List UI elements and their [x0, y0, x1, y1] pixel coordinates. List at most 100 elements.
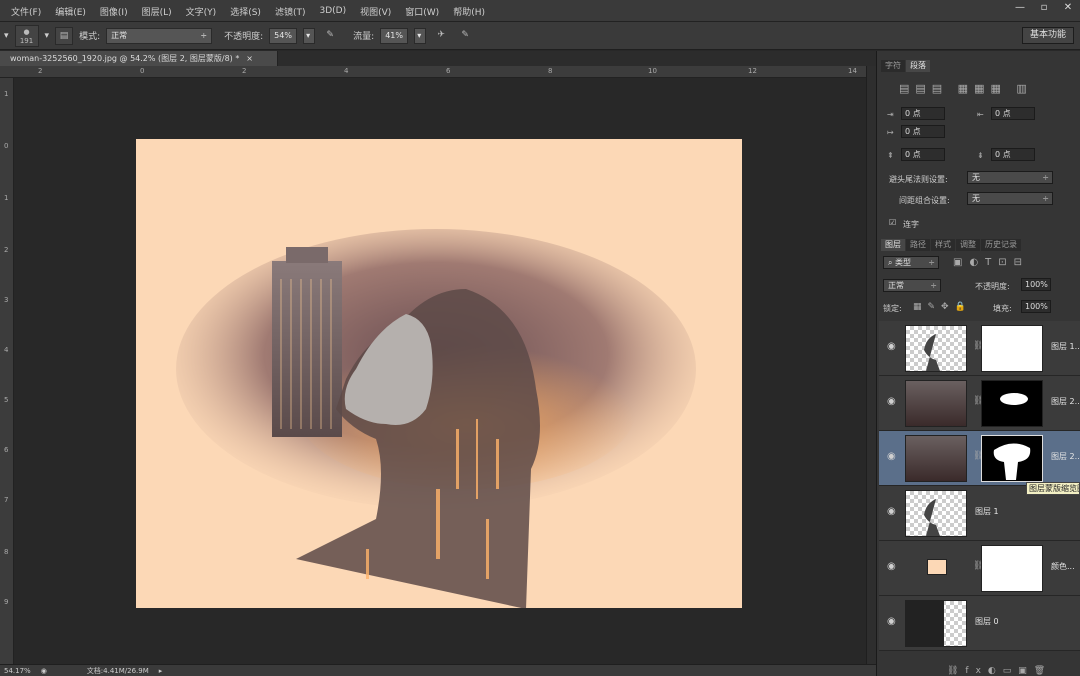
- flow-dropdown[interactable]: ▾: [414, 27, 427, 44]
- menu-edit[interactable]: 编辑(E): [48, 5, 93, 18]
- menu-3d[interactable]: 3D(D): [312, 6, 353, 16]
- mode-select[interactable]: 正常 ÷: [106, 27, 213, 44]
- menu-type[interactable]: 文字(Y): [179, 5, 224, 18]
- restore-button[interactable]: ▫: [1032, 0, 1056, 16]
- tab-paths[interactable]: 路径: [906, 239, 930, 251]
- pressure-opacity-icon[interactable]: ✎: [321, 27, 339, 45]
- fill-label: 填充:: [993, 304, 1012, 313]
- layer-thumbnail[interactable]: [905, 490, 967, 537]
- document-tab-close[interactable]: ×: [242, 54, 253, 63]
- indent-left-field[interactable]: 0 点: [901, 107, 945, 120]
- paragraph-align-icons[interactable]: ▤▤▤ ▦▦▦ ▥: [899, 82, 1033, 95]
- ruler-tick-label: 10: [648, 67, 657, 75]
- layer-thumbnail[interactable]: [905, 435, 967, 482]
- ruler-vertical[interactable]: 1 0 1 2 3 4 5 6 7 8 9: [0, 78, 14, 664]
- workspace-button[interactable]: 基本功能: [1022, 27, 1074, 44]
- layer-opacity-field[interactable]: 100%: [1021, 278, 1051, 291]
- ruler-tick-label: 0: [140, 67, 145, 75]
- tab-styles[interactable]: 样式: [931, 239, 955, 251]
- chevron-down-icon: ▾: [306, 30, 311, 40]
- layer-filter-select[interactable]: ⌕ 类型: [883, 256, 939, 269]
- pressure-size-icon[interactable]: ✎: [456, 27, 474, 45]
- menu-window[interactable]: 窗口(W): [398, 5, 446, 18]
- zoom-level[interactable]: 54.17%: [4, 667, 31, 675]
- menu-layer[interactable]: 图层(L): [135, 5, 179, 18]
- layer-action-icons[interactable]: ⛓fx◐▭▣🗑: [947, 666, 1052, 676]
- doc-info-icon[interactable]: ◉: [41, 667, 47, 675]
- ruler-tick-label: 2: [38, 67, 43, 75]
- layer-row[interactable]: ◉ ⛓ 图层 1...: [879, 321, 1080, 376]
- opacity-dropdown[interactable]: ▾: [303, 27, 316, 44]
- layer-thumbnail[interactable]: [905, 545, 967, 592]
- lock-icons[interactable]: ▦✎✥🔒: [913, 302, 972, 312]
- blend-mode-select[interactable]: 正常: [883, 279, 941, 292]
- ruler-horizontal[interactable]: 2 0 2 4 6 8 10 12 14: [0, 66, 866, 78]
- menu-image[interactable]: 图像(I): [93, 5, 135, 18]
- tool-preset-arrow-icon[interactable]: ▾: [4, 31, 9, 41]
- layer-row-selected[interactable]: ◉ ⛓ 图层 2...: [879, 431, 1080, 486]
- search-icon: ⌕: [888, 258, 896, 267]
- hanging-punctuation-select[interactable]: 无: [967, 171, 1053, 184]
- layer-row[interactable]: ◉ 图层 0: [879, 596, 1080, 651]
- layer-thumbnail[interactable]: [905, 600, 967, 647]
- layer-name[interactable]: 图层 1...: [1051, 341, 1080, 352]
- layer-name[interactable]: 颜色...: [1051, 561, 1080, 572]
- hyphenate-label: 连字: [903, 220, 919, 229]
- layer-thumbnail[interactable]: [905, 325, 967, 372]
- layer-row[interactable]: ◉ ⛓ 颜色...: [879, 541, 1080, 596]
- tab-adjustments[interactable]: 调整: [956, 239, 980, 251]
- menu-bar: 文件(F) 编辑(E) 图像(I) 图层(L) 文字(Y) 选择(S) 滤镜(T…: [0, 0, 1080, 22]
- menu-file[interactable]: 文件(F): [4, 5, 48, 18]
- vertical-scrollbar[interactable]: [866, 66, 876, 664]
- opacity-input[interactable]: 54%: [269, 27, 298, 44]
- eye-icon[interactable]: ◉: [887, 561, 896, 572]
- fill-field[interactable]: 100%: [1021, 300, 1051, 313]
- brush-preset-picker[interactable]: ● 191: [14, 24, 39, 47]
- close-button[interactable]: ✕: [1056, 0, 1080, 16]
- layers-panel-tabs: 图层 路径 样式 调整 历史记录: [881, 239, 1080, 251]
- layer-name[interactable]: 图层 1: [975, 506, 1005, 517]
- layer-row[interactable]: ◉ ⛓ 图层 2...: [879, 376, 1080, 431]
- brush-preset-arrow-icon[interactable]: ▾: [45, 31, 50, 41]
- brush-panel-toggle-icon[interactable]: ▤: [55, 26, 74, 45]
- space-before-field[interactable]: 0 点: [901, 148, 945, 161]
- fill-swatch-icon: [927, 559, 947, 575]
- space-after-field[interactable]: 0 点: [991, 148, 1035, 161]
- document-canvas[interactable]: [136, 139, 742, 608]
- doc-size-info[interactable]: 文档:4.41M/26.9M: [87, 666, 149, 676]
- tab-character[interactable]: 字符: [881, 60, 905, 72]
- layer-mask-thumbnail[interactable]: [981, 435, 1043, 482]
- status-arrow-icon[interactable]: ▸: [159, 667, 163, 675]
- layer-name[interactable]: 图层 2...: [1051, 451, 1080, 462]
- eye-icon[interactable]: ◉: [887, 506, 896, 517]
- menu-select[interactable]: 选择(S): [223, 5, 268, 18]
- menu-help[interactable]: 帮助(H): [446, 5, 492, 18]
- document-tab[interactable]: woman-3252560_1920.jpg @ 54.2% (图层 2, 图层…: [0, 51, 278, 66]
- layer-mask-thumbnail[interactable]: [981, 380, 1043, 427]
- eye-icon[interactable]: ◉: [887, 396, 896, 407]
- flow-input[interactable]: 41%: [380, 27, 409, 44]
- layer-name[interactable]: 图层 2...: [1051, 396, 1080, 407]
- layer-thumbnail[interactable]: [905, 380, 967, 427]
- minimize-button[interactable]: —: [1008, 0, 1032, 16]
- airbrush-icon[interactable]: ✈: [432, 27, 450, 45]
- eye-icon[interactable]: ◉: [887, 616, 896, 627]
- opacity-label: 不透明度:: [224, 32, 264, 42]
- layer-name[interactable]: 图层 0: [975, 616, 1005, 627]
- hyphenate-checkbox[interactable]: ☑: [889, 218, 896, 227]
- tab-paragraph[interactable]: 段落: [906, 60, 930, 72]
- tab-layers[interactable]: 图层: [881, 239, 905, 251]
- indent-right-field[interactable]: 0 点: [991, 107, 1035, 120]
- eye-icon[interactable]: ◉: [887, 451, 896, 462]
- layer-filter-icons[interactable]: ▣◐T⊡⊟: [953, 257, 1029, 268]
- menu-filter[interactable]: 滤镜(T): [268, 5, 313, 18]
- indent-first-line-field[interactable]: 0 点: [901, 125, 945, 138]
- layer-mask-thumbnail[interactable]: [981, 325, 1043, 372]
- menu-view[interactable]: 视图(V): [353, 5, 398, 18]
- space-after-icon: ⇟: [977, 151, 984, 160]
- double-exposure-artwork: [176, 229, 696, 608]
- layer-mask-thumbnail[interactable]: [981, 545, 1043, 592]
- tab-history[interactable]: 历史记录: [981, 239, 1021, 251]
- eye-icon[interactable]: ◉: [887, 341, 896, 352]
- spacing-combination-select[interactable]: 无: [967, 192, 1053, 205]
